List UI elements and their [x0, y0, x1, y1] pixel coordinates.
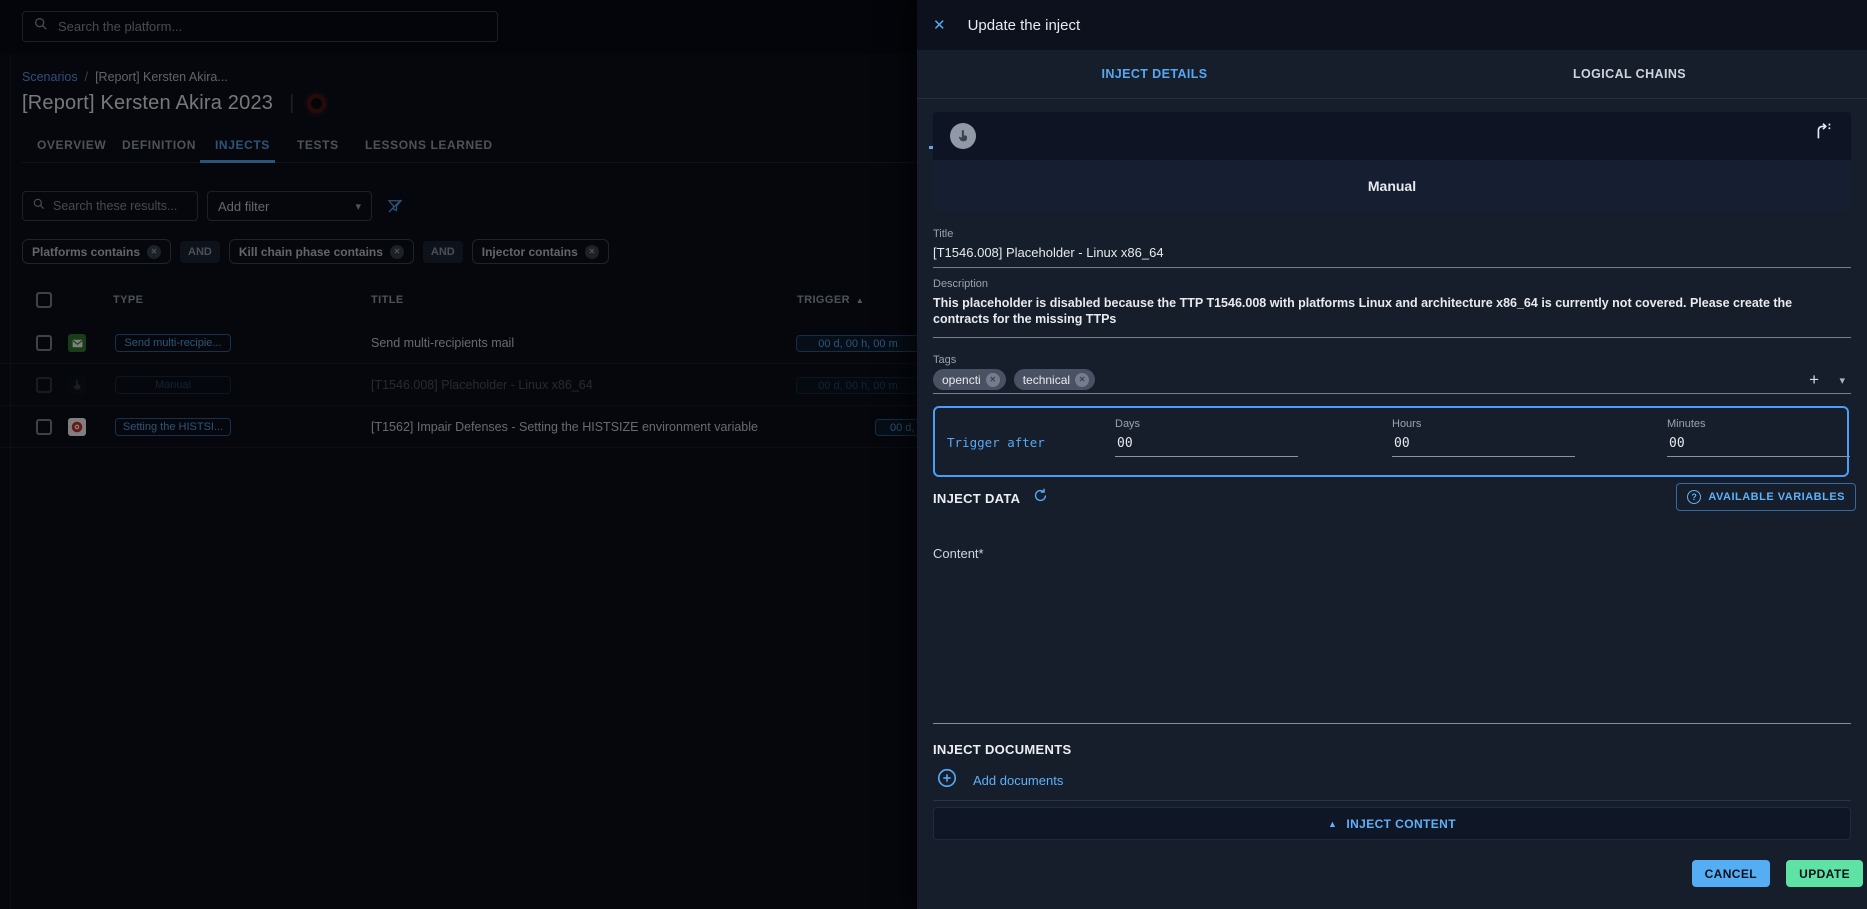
refresh-icon[interactable]	[1032, 487, 1049, 509]
chevron-down-icon[interactable]: ▾	[1839, 374, 1845, 387]
injector-card-body: Manual	[933, 160, 1851, 211]
injector-type-card: Manual	[933, 112, 1851, 211]
tags-field[interactable]: Tags opencti ✕ technical ✕ + ▾	[933, 354, 1851, 394]
route-icon[interactable]	[1812, 120, 1834, 142]
add-documents-row[interactable]: Add documents	[936, 767, 1063, 794]
description-field[interactable]: Description This placeholder is disabled…	[933, 278, 1851, 338]
trigger-after-group: Trigger after Days Hours Minutes	[933, 406, 1849, 477]
tag-chip-opencti[interactable]: opencti ✕	[933, 369, 1006, 390]
add-documents-link[interactable]: Add documents	[973, 773, 1063, 788]
title-field-value[interactable]: [T1546.008] Placeholder - Linux x86_64	[933, 245, 1851, 260]
drawer-tabs: INJECT DETAILS LOGICAL CHAINS	[917, 50, 1867, 99]
trigger-after-label: Trigger after	[947, 435, 1045, 450]
manual-injector-avatar-icon	[950, 123, 976, 149]
tag-label: opencti	[942, 373, 981, 387]
trigger-days-field: Days	[1115, 418, 1298, 457]
content-field-label: Content*	[933, 546, 984, 561]
close-icon[interactable]: ✕	[933, 16, 946, 34]
drawer-header: ✕ Update the inject	[917, 0, 1867, 50]
inject-data-heading: INJECT DATA	[933, 491, 1020, 506]
tag-chip-technical[interactable]: technical ✕	[1014, 369, 1095, 390]
available-variables-button[interactable]: ? AVAILABLE VARIABLES	[1676, 483, 1856, 511]
help-icon: ?	[1687, 490, 1701, 504]
hours-label: Hours	[1392, 418, 1575, 430]
available-variables-label: AVAILABLE VARIABLES	[1708, 491, 1845, 503]
app-screen: Scenarios / [Report] Kersten Akira... [R…	[0, 0, 1867, 909]
inject-data-section: INJECT DATA	[933, 487, 1049, 509]
add-tag-icon[interactable]: +	[1809, 370, 1819, 390]
title-field[interactable]: Title [T1546.008] Placeholder - Linux x8…	[933, 228, 1851, 268]
description-field-label: Description	[933, 278, 1851, 290]
hours-input[interactable]	[1392, 430, 1575, 457]
inject-content-label: INJECT CONTENT	[1346, 817, 1456, 831]
inject-documents-heading: INJECT DOCUMENTS	[933, 742, 1071, 757]
days-input[interactable]	[1115, 430, 1298, 457]
tag-label: technical	[1023, 373, 1070, 387]
remove-tag-icon[interactable]: ✕	[986, 373, 1000, 387]
drawer-title: Update the inject	[968, 17, 1081, 34]
inject-content-toggle[interactable]: ▲ INJECT CONTENT	[933, 807, 1851, 840]
update-button[interactable]: UPDATE	[1786, 860, 1863, 887]
minutes-label: Minutes	[1667, 418, 1850, 430]
tag-chip-row: opencti ✕ technical ✕	[933, 369, 1095, 390]
injector-type-label: Manual	[1368, 178, 1416, 194]
trigger-minutes-field: Minutes	[1667, 418, 1850, 457]
tags-field-label: Tags	[933, 354, 1851, 366]
minutes-input[interactable]	[1667, 430, 1850, 457]
trigger-hours-field: Hours	[1392, 418, 1575, 457]
injector-card-header	[933, 112, 1851, 160]
add-circle-icon[interactable]	[936, 767, 958, 794]
description-field-value[interactable]: This placeholder is disabled because the…	[933, 295, 1849, 327]
tab-inject-details[interactable]: INJECT DETAILS	[917, 67, 1392, 81]
remove-tag-icon[interactable]: ✕	[1075, 373, 1089, 387]
divider	[933, 800, 1851, 801]
days-label: Days	[1115, 418, 1298, 430]
title-field-label: Title	[933, 228, 1851, 240]
content-field-underline	[933, 723, 1851, 724]
tab-logical-chains[interactable]: LOGICAL CHAINS	[1392, 67, 1867, 81]
collapse-up-icon: ▲	[1328, 819, 1337, 829]
cancel-button[interactable]: CANCEL	[1692, 860, 1770, 887]
update-inject-drawer: ✕ Update the inject INJECT DETAILS LOGIC…	[917, 0, 1867, 909]
